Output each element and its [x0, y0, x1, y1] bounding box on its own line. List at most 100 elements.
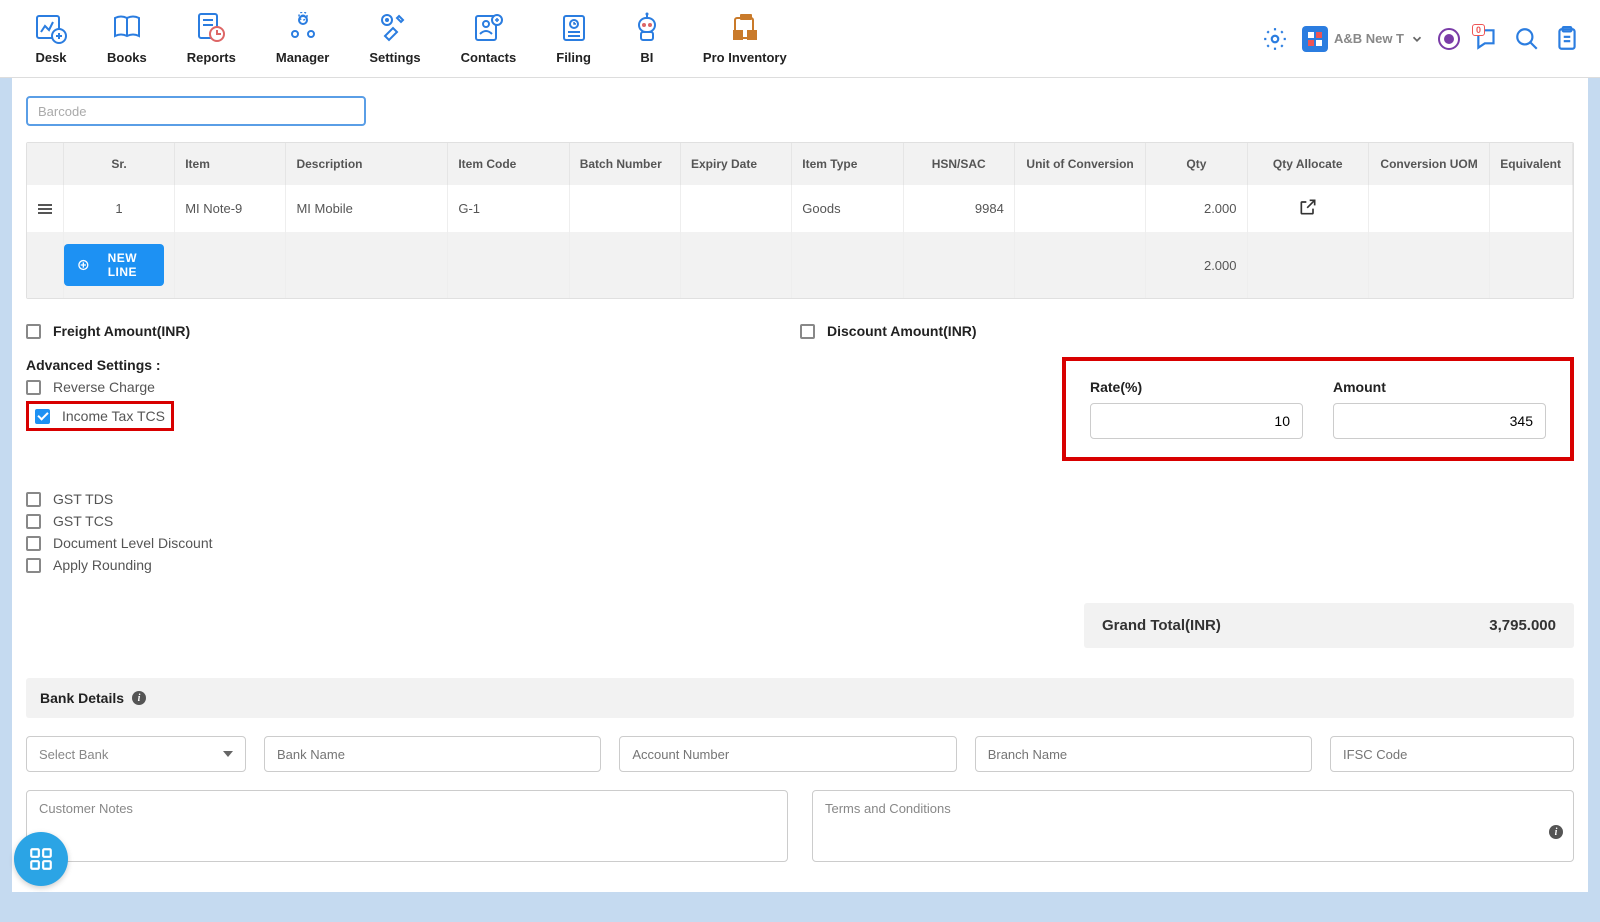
bank-select-label: Select Bank — [39, 747, 108, 762]
reverse-label: Reverse Charge — [53, 379, 155, 395]
nav-filing[interactable]: Filing — [556, 12, 591, 65]
items-table: Sr. Item Description Item Code Batch Num… — [26, 142, 1574, 299]
help-float-button[interactable] — [14, 832, 68, 886]
barcode-input[interactable] — [26, 96, 366, 126]
doc-disc-label: Document Level Discount — [53, 535, 213, 551]
checkbox-icon — [26, 536, 41, 551]
gst-tcs-row[interactable]: GST TCS — [26, 513, 1574, 529]
gst-tds-row[interactable]: GST TDS — [26, 491, 1574, 507]
nav-label: Books — [107, 50, 147, 65]
income-tcs-highlight: Income Tax TCS — [26, 401, 174, 431]
cell-batch — [569, 185, 680, 232]
reports-icon — [195, 12, 227, 44]
col-code: Item Code — [448, 143, 569, 185]
inventory-icon — [729, 12, 761, 44]
new-line-label: NEW LINE — [95, 251, 151, 279]
cell-conv-uom — [1368, 185, 1489, 232]
bank-details-section: Bank Details i Select Bank Customer Note… — [26, 678, 1574, 862]
drag-handle-icon[interactable] — [37, 203, 53, 215]
settings-icon — [379, 12, 411, 44]
discount-checkbox-row[interactable]: Discount Amount(INR) — [800, 323, 1574, 339]
filing-icon — [558, 12, 590, 44]
nav-pro-inventory[interactable]: Pro Inventory — [703, 12, 787, 65]
popout-icon — [1298, 197, 1318, 217]
search-icon[interactable] — [1514, 26, 1540, 52]
freight-label: Freight Amount(INR) — [53, 323, 190, 339]
new-line-button[interactable]: NEW LINE — [64, 244, 164, 286]
amount-input[interactable] — [1333, 403, 1546, 439]
col-conv-uom: Conversion UOM — [1368, 143, 1489, 185]
rate-label: Rate(%) — [1090, 379, 1303, 395]
org-square-icon — [1302, 26, 1328, 52]
gear-icon[interactable] — [1262, 26, 1288, 52]
checkbox-icon — [26, 514, 41, 529]
col-allocate: Qty Allocate — [1247, 143, 1368, 185]
bank-name-input[interactable] — [264, 736, 601, 772]
freight-checkbox-row[interactable]: Freight Amount(INR) — [26, 323, 800, 339]
page-body: Sr. Item Description Item Code Batch Num… — [0, 78, 1600, 922]
nav-label: Reports — [187, 50, 236, 65]
nav-manager[interactable]: Manager — [276, 12, 329, 65]
apps-grid-icon — [28, 846, 54, 872]
table-row[interactable]: 1 MI Note-9 MI Mobile G-1 Goods 9984 2.0… — [27, 185, 1573, 232]
books-icon — [111, 12, 143, 44]
manager-icon — [287, 12, 319, 44]
income-tcs-row[interactable]: Income Tax TCS — [35, 408, 165, 424]
clipboard-icon[interactable] — [1554, 26, 1580, 52]
discount-label: Discount Amount(INR) — [827, 323, 977, 339]
nav-bi[interactable]: BI — [631, 12, 663, 65]
org-label: A&B New T — [1334, 31, 1404, 46]
ifsc-input[interactable] — [1330, 736, 1574, 772]
table-totals-row: NEW LINE 2.000 — [27, 232, 1573, 298]
grand-total: Grand Total(INR) 3,795.000 — [1084, 603, 1574, 648]
nav-desk[interactable]: Desk — [35, 12, 67, 65]
account-number-input[interactable] — [619, 736, 956, 772]
nav-items: Desk Books Reports Manager Settings Cont… — [35, 12, 787, 65]
nav-label: Filing — [556, 50, 591, 65]
nav-right: A&B New T 0 — [1262, 26, 1580, 52]
gst-tds-label: GST TDS — [53, 491, 113, 507]
nav-reports[interactable]: Reports — [187, 12, 236, 65]
cell-allocate[interactable] — [1247, 185, 1368, 232]
checkbox-icon — [26, 380, 41, 395]
gst-tcs-label: GST TCS — [53, 513, 113, 529]
nav-contacts[interactable]: Contacts — [461, 12, 517, 65]
nav-label: Manager — [276, 50, 329, 65]
new-badge[interactable] — [1438, 28, 1460, 50]
cell-item: MI Note-9 — [175, 185, 286, 232]
col-equiv: Equivalent — [1490, 143, 1573, 185]
nav-label: BI — [640, 50, 653, 65]
info-icon[interactable]: i — [132, 691, 146, 705]
col-item: Item — [175, 143, 286, 185]
notes-placeholder: Customer Notes — [39, 801, 133, 816]
col-hsn: HSN/SAC — [903, 143, 1014, 185]
checkbox-icon — [26, 324, 41, 339]
cell-code: G-1 — [448, 185, 569, 232]
col-type: Item Type — [792, 143, 903, 185]
cell-equiv — [1490, 185, 1573, 232]
branch-name-input[interactable] — [975, 736, 1312, 772]
caret-down-icon — [223, 751, 233, 757]
col-drag — [27, 143, 63, 185]
cell-hsn: 9984 — [903, 185, 1014, 232]
chevron-down-icon — [1410, 32, 1424, 46]
org-selector[interactable]: A&B New T — [1302, 26, 1424, 52]
col-desc: Description — [286, 143, 448, 185]
bi-icon — [631, 12, 663, 44]
notifications[interactable]: 0 — [1474, 26, 1500, 52]
income-tcs-label: Income Tax TCS — [62, 408, 165, 424]
cell-type: Goods — [792, 185, 903, 232]
nav-books[interactable]: Books — [107, 12, 147, 65]
doc-disc-row[interactable]: Document Level Discount — [26, 535, 1574, 551]
customer-notes[interactable]: Customer Notes — [26, 790, 788, 862]
rate-input[interactable] — [1090, 403, 1303, 439]
apply-round-row[interactable]: Apply Rounding — [26, 557, 1574, 573]
terms-placeholder: Terms and Conditions — [825, 801, 951, 816]
terms-conditions[interactable]: Terms and Conditions i — [812, 790, 1574, 862]
info-icon[interactable]: i — [1549, 825, 1563, 839]
nav-settings[interactable]: Settings — [369, 12, 420, 65]
bank-heading-label: Bank Details — [40, 690, 124, 706]
plus-circle-icon — [78, 259, 89, 271]
bank-select[interactable]: Select Bank — [26, 736, 246, 772]
col-sr: Sr. — [63, 143, 174, 185]
